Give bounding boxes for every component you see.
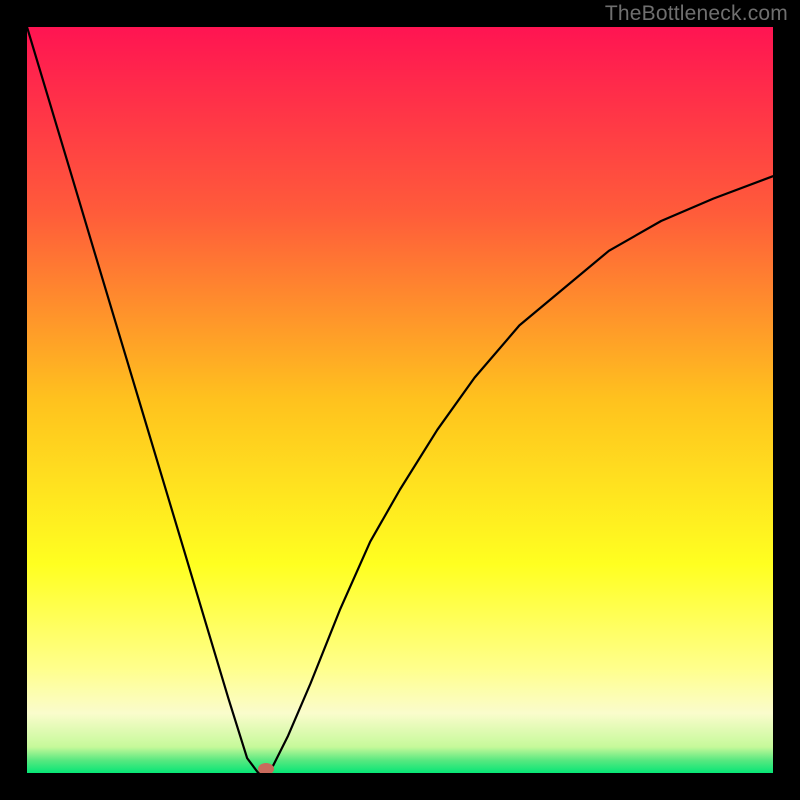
watermark-text: TheBottleneck.com bbox=[605, 2, 788, 26]
chart-frame: TheBottleneck.com bbox=[0, 0, 800, 800]
plot-area bbox=[27, 27, 773, 773]
bottleneck-curve bbox=[27, 27, 773, 773]
optimum-marker bbox=[258, 763, 274, 773]
